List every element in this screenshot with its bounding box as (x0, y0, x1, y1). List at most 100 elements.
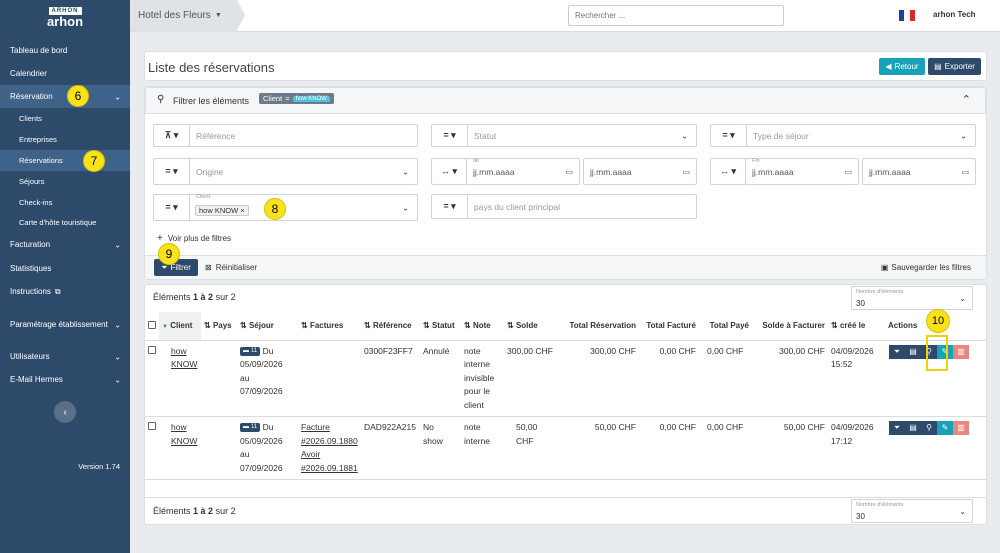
sidebar-item-calendar[interactable]: Calendrier (0, 63, 130, 84)
sidebar-item-checkins[interactable]: Check-ins (0, 193, 130, 212)
client-link[interactable]: KNOW (171, 436, 197, 446)
filter-action-button[interactable]: ⏷ (889, 344, 905, 359)
date-operator-dropdown[interactable]: ↔ ▾ (710, 158, 746, 185)
sidebar-item-utilisateurs[interactable]: Utilisateurs ⌄ (0, 346, 130, 367)
col-client[interactable]: ▼ Client (159, 312, 201, 341)
actions-cell: ⏷ ▤ ⚲ ✎ ▥ (885, 416, 986, 480)
search-input[interactable] (568, 5, 784, 26)
client-link[interactable]: how (171, 346, 187, 356)
filter-header[interactable]: ⚲ Filtrer les éléments Client = how KNOW ⌃ (145, 87, 986, 114)
solde-cell: 300,00 CHF (504, 340, 559, 417)
sidebar-item-clients[interactable]: Clients (0, 109, 130, 128)
date-fin-to[interactable]: jj.mm.aaaa ▭ (862, 158, 976, 185)
type-sejour-select[interactable]: Type de séjour ⌄ (747, 131, 975, 141)
statut-select[interactable]: Statut ⌄ (468, 131, 696, 141)
sidebar-item-label: Carte d'hôte touristique (19, 218, 97, 227)
sidebar-item-email-hermes[interactable]: E-Mail Hermes ⌄ (0, 369, 130, 390)
client-cell[interactable]: how KNOW (159, 416, 201, 480)
row-checkbox[interactable] (148, 345, 156, 354)
date-debut-to[interactable]: jj.mm.aaaa ▭ (583, 158, 697, 185)
sidebar-item-reservations[interactable]: Réservations (0, 150, 130, 171)
chevron-up-icon[interactable]: ⌃ (962, 93, 971, 106)
client-cell[interactable]: how KNOW (159, 340, 201, 417)
credit-note-link[interactable]: #2026.09.1881 (301, 463, 358, 473)
sidebar-collapse-button[interactable]: ‹ (54, 401, 76, 423)
client-link[interactable]: how (171, 422, 187, 432)
sidebar-item-parametrage[interactable]: Paramétrage établissement ⌄ (0, 314, 130, 335)
reference-input[interactable]: Référence (190, 131, 417, 141)
col-total-facture[interactable]: Total Facturé (639, 312, 699, 341)
operator-dropdown[interactable]: = ▾ (432, 195, 468, 218)
delete-action-button[interactable]: ▥ (953, 344, 969, 359)
sidebar-item-instructions[interactable]: Instructions ⧉ (0, 281, 130, 302)
pays-select[interactable]: pays du client principal (468, 202, 696, 212)
close-icon[interactable]: × (240, 206, 244, 215)
invoice-link[interactable]: Facture (301, 422, 330, 432)
calendar-icon[interactable]: ▭ (565, 167, 573, 176)
back-button[interactable]: ◀ Retour (879, 58, 925, 75)
pagination-info: Éléments 1 à 2 sur 2 (153, 292, 236, 302)
operator-dropdown[interactable]: = ▾ (432, 125, 468, 146)
sejour-text: au (240, 372, 250, 383)
col-reference[interactable]: ⇅ Référence (361, 312, 420, 341)
client-select[interactable]: Client how KNOW × ⌄ (190, 194, 417, 220)
operator-dropdown[interactable]: = ▾ (154, 159, 190, 184)
operator-dropdown[interactable]: ⊼ ▾ (154, 125, 190, 146)
sidebar-item-entreprises[interactable]: Entreprises (0, 130, 130, 149)
brand-logo[interactable]: ARHON arhon (0, 0, 130, 32)
operator-dropdown[interactable]: = ▾ (711, 125, 747, 146)
client-tag[interactable]: how KNOW × (195, 205, 249, 216)
per-page-value: 30 (856, 512, 865, 521)
col-factures[interactable]: ⇅ Factures (298, 312, 361, 341)
operator-dropdown[interactable]: = ▾ (154, 195, 190, 220)
credit-note-link[interactable]: Avoir (301, 449, 320, 459)
export-button[interactable]: ▤ Exporter (928, 58, 981, 75)
col-statut[interactable]: ⇅ Statut (420, 312, 461, 341)
col-pays[interactable]: ⇅ Pays (201, 312, 237, 341)
col-total-reservation[interactable]: Total Réservation (559, 312, 639, 341)
filter-action-button[interactable]: ⏷ (889, 421, 905, 435)
hotel-selector[interactable]: Hotel des Fleurs ▼ (130, 0, 245, 31)
invoice-link[interactable]: #2026.09.1880 (301, 436, 358, 446)
col-total-paye[interactable]: Total Payé (699, 312, 752, 341)
client-link[interactable]: KNOW (171, 359, 197, 369)
document-action-button[interactable]: ▤ (905, 421, 921, 435)
calendar-icon[interactable]: ▭ (844, 167, 852, 176)
delete-action-button[interactable]: ▥ (953, 421, 969, 435)
flag-fr-icon[interactable] (899, 10, 915, 21)
per-page-select[interactable]: Nombre d'éléments 30 ⌄ (851, 286, 973, 310)
row-checkbox[interactable] (148, 422, 156, 430)
col-solde[interactable]: ⇅ Solde (504, 312, 559, 341)
sidebar-item-dashboard[interactable]: Tableau de bord (0, 40, 130, 61)
sidebar-item-facturation[interactable]: Facturation ⌄ (0, 234, 130, 255)
col-solde-a-facturer[interactable]: Solde à Facturer (752, 312, 828, 341)
sidebar-item-statistiques[interactable]: Statistiques (0, 258, 130, 279)
active-filter-chip[interactable]: Client = how KNOW (259, 93, 334, 104)
edit-action-button[interactable]: ✎ (937, 421, 953, 435)
select-all-checkbox[interactable] (148, 320, 156, 329)
save-filters-button[interactable]: ▣ Sauvegarder les filtres (881, 263, 971, 272)
origine-select[interactable]: Origine ⌄ (190, 167, 417, 177)
time-text: 17:12 (831, 435, 853, 446)
sejour-cell: ▬ 11 Du 05/09/2026 au 07/09/2026 (237, 340, 298, 417)
col-note[interactable]: ⇅ Note (461, 312, 504, 341)
date-fin-from[interactable]: Fin jj.mm.aaaa ▭ (745, 158, 859, 185)
calendar-icon[interactable]: ▭ (682, 167, 690, 176)
col-sejour[interactable]: ⇅ Séjour (237, 312, 298, 341)
reset-button[interactable]: ⊠ Réinitialiser (205, 263, 257, 272)
col-label: Factures (309, 321, 344, 331)
date-operator-dropdown[interactable]: ↔ ▾ (431, 158, 467, 185)
sidebar-item-tourist-card[interactable]: Carte d'hôte touristique (0, 213, 130, 232)
statut-text: Annulé (423, 345, 450, 356)
row-select-cell (145, 340, 159, 417)
view-action-button[interactable]: ⚲ (921, 421, 937, 435)
statut-text: show (423, 435, 443, 446)
date-debut-from[interactable]: de jj.mm.aaaa ▭ (466, 158, 580, 185)
col-cree-le[interactable]: ⇅ créé le (828, 312, 885, 341)
user-menu[interactable]: arhon Tech (933, 10, 976, 19)
sidebar-item-sejours[interactable]: Séjours (0, 172, 130, 191)
calendar-icon[interactable]: ▭ (961, 167, 969, 176)
sidebar-item-reservation[interactable]: Réservation ⌄ (0, 85, 130, 108)
document-action-button[interactable]: ▤ (905, 344, 921, 359)
per-page-select-bottom[interactable]: Nombre d'éléments 30 ⌄ (851, 499, 973, 523)
